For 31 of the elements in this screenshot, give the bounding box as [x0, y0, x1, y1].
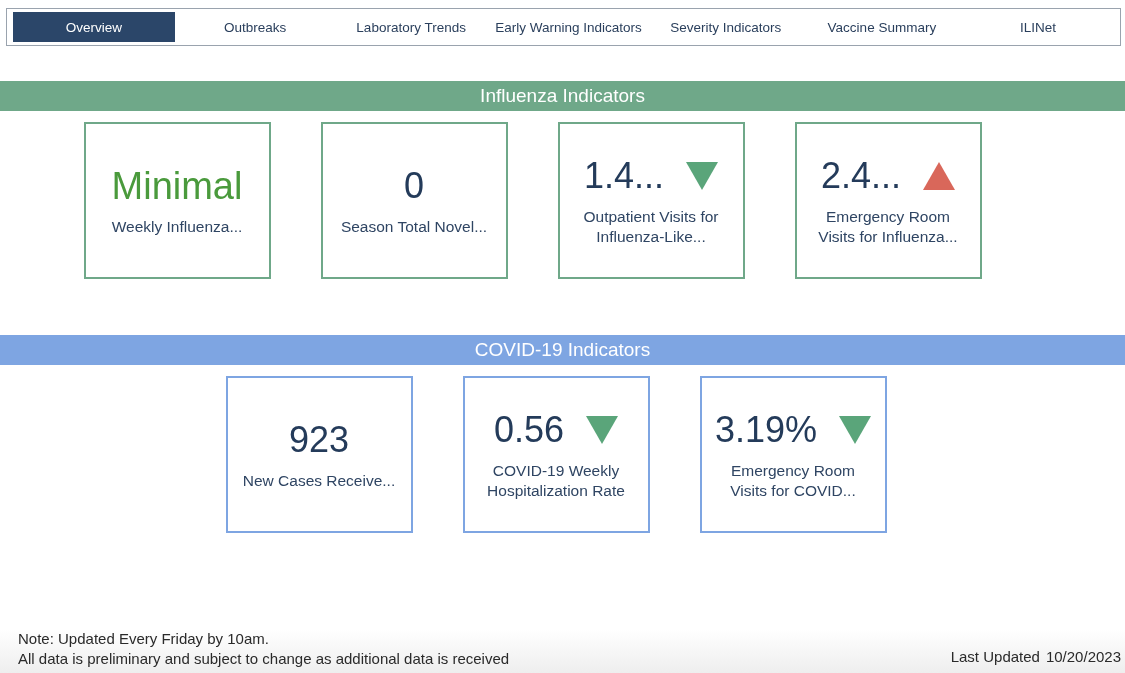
tab[interactable]: Overview: [13, 12, 175, 42]
indicator-value: 0.56: [493, 408, 565, 451]
section-header: COVID-19 Indicators: [0, 335, 1125, 365]
indicator-value: 3.19%: [714, 408, 818, 451]
indicator-value: Minimal: [111, 164, 243, 207]
indicator-label: Emergency Room Visits for Influenza...: [817, 206, 959, 247]
tab[interactable]: Early Warning Indicators: [491, 12, 646, 42]
tab[interactable]: ILINet: [961, 12, 1115, 42]
indicator-label: Weekly Influenza...: [110, 216, 244, 237]
tab[interactable]: Outbreaks: [179, 12, 332, 42]
down-triangle-icon: [686, 161, 719, 190]
last-updated-date: 10/20/2023: [1045, 648, 1121, 665]
tab[interactable]: Severity Indicators: [649, 12, 802, 42]
tab[interactable]: Vaccine Summary: [805, 12, 958, 42]
section-header: Influenza Indicators: [0, 81, 1125, 111]
up-triangle-icon: [923, 161, 956, 190]
note-text: Note: Updated Every Friday by 10am.: [18, 629, 270, 649]
indicator-label: New Cases Receive...: [241, 470, 397, 491]
indicator-value: 0: [404, 164, 424, 207]
indicator-label: Season Total Novel...: [339, 216, 489, 237]
last-updated-label: Last Updated: [950, 648, 1040, 665]
indicator-value: 923: [288, 418, 350, 461]
note-text: All data is preliminary and subject to change as additional data is received: [18, 649, 510, 669]
down-triangle-icon: [839, 415, 872, 444]
indicator-label: Outpatient Visits for Influenza-Like...: [582, 206, 720, 247]
tab[interactable]: Laboratory Trends: [335, 12, 488, 42]
indicator-label: COVID-19 Weekly Hospitalization Rate: [486, 460, 626, 501]
indicator-value: 1.4...: [583, 154, 665, 197]
indicator-value: 2.4...: [820, 154, 902, 197]
indicator-label: Emergency Room Visits for COVID...: [729, 460, 857, 501]
down-triangle-icon: [586, 415, 619, 444]
